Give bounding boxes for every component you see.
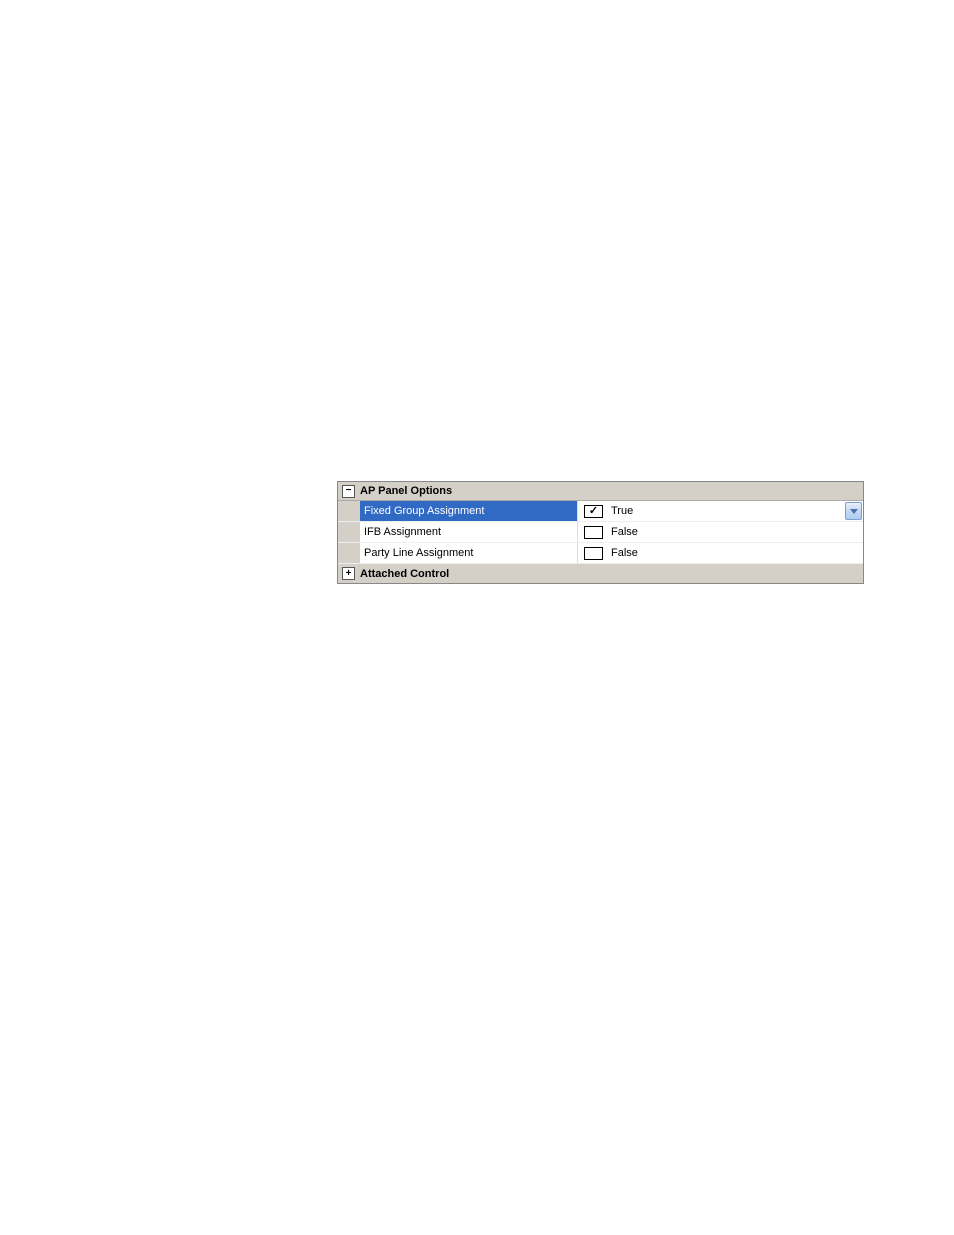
property-grid: − AP Panel Options Fixed Group Assignmen…	[337, 481, 864, 584]
property-name[interactable]: IFB Assignment	[360, 522, 577, 542]
property-name[interactable]: Fixed Group Assignment	[360, 501, 577, 521]
row-indent	[338, 501, 360, 521]
value-text: False	[611, 526, 638, 538]
group-header-ap-panel-options[interactable]: − AP Panel Options	[338, 482, 863, 501]
checkmark-icon: ✓	[589, 506, 598, 517]
row-indent	[338, 522, 360, 542]
value-text: False	[611, 547, 638, 559]
property-row-fixed-group[interactable]: Fixed Group Assignment ✓ True	[338, 501, 863, 522]
value-text: True	[611, 505, 633, 517]
row-indent	[338, 543, 360, 563]
property-value-cell[interactable]: ✓ True	[577, 501, 863, 521]
collapse-icon[interactable]: −	[342, 485, 355, 498]
checkbox[interactable]	[584, 547, 603, 560]
property-value-cell[interactable]: False	[577, 543, 863, 563]
dropdown-button[interactable]	[845, 502, 862, 520]
group-title: Attached Control	[360, 568, 449, 580]
group-header-attached-control[interactable]: + Attached Control	[338, 564, 863, 583]
group-title: AP Panel Options	[360, 485, 452, 497]
expand-symbol: −	[346, 486, 352, 496]
expand-icon[interactable]: +	[342, 567, 355, 580]
property-value-cell[interactable]: False	[577, 522, 863, 542]
property-row-ifb[interactable]: IFB Assignment False	[338, 522, 863, 543]
expand-symbol: +	[346, 569, 352, 579]
checkbox[interactable]: ✓	[584, 505, 603, 518]
property-row-party-line[interactable]: Party Line Assignment False	[338, 543, 863, 564]
property-name[interactable]: Party Line Assignment	[360, 543, 577, 563]
chevron-down-icon	[850, 509, 858, 514]
checkbox[interactable]	[584, 526, 603, 539]
